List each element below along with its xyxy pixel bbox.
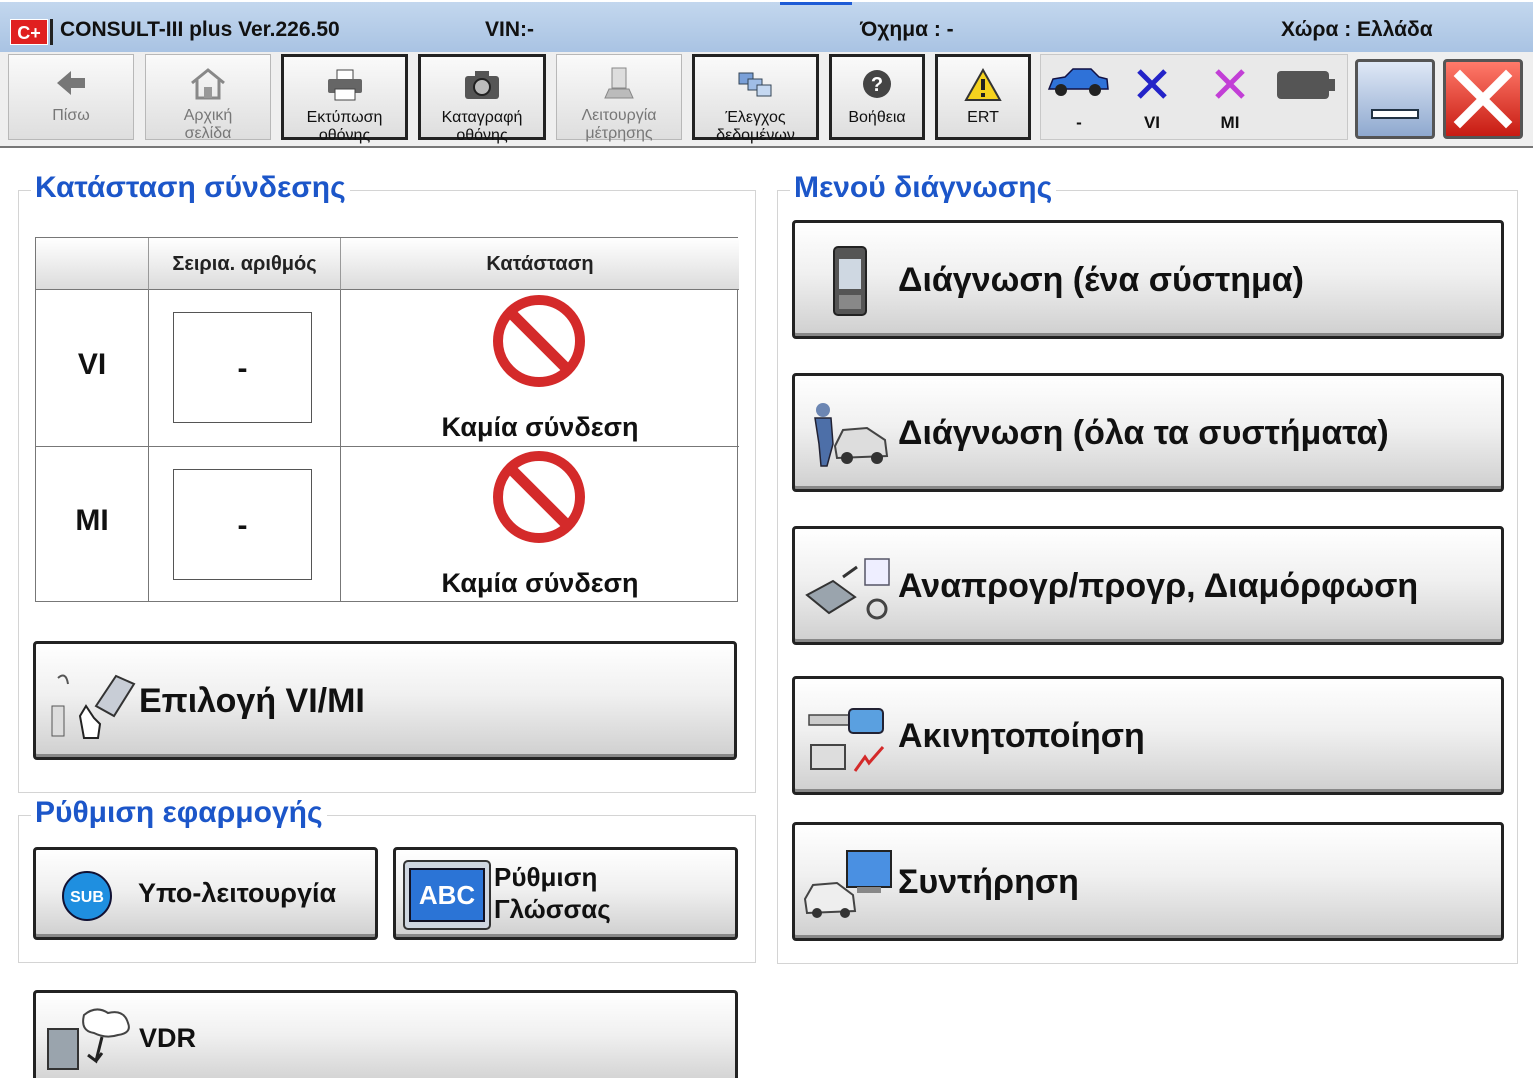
print-label-1: Εκτύπωση — [306, 109, 383, 126]
mechanic-car-icon — [814, 403, 889, 467]
mi-disconnected-icon — [1215, 69, 1245, 99]
vi-mi-select-icon — [51, 674, 136, 739]
sub-icon: SUB — [62, 871, 112, 921]
consult-device-icon — [833, 246, 867, 316]
close-icon — [1453, 69, 1513, 129]
table-row-divider — [36, 446, 739, 447]
maintenance-button[interactable]: Συντήρηση — [792, 822, 1504, 941]
ert-label: ERT — [967, 109, 999, 126]
vehicle-label: Όχημα : - — [860, 18, 954, 41]
capture-label-1: Καταγραφή — [441, 109, 523, 126]
consult-app: C+ CONSULT-III plus Ver.226.50 VIN:- Όχη… — [0, 0, 1533, 1078]
vehicle-car-icon — [1047, 68, 1109, 96]
measure-label-2: μέτρησης — [585, 125, 653, 142]
capture-label-2: οθόνης — [456, 127, 508, 144]
minimize-button[interactable] — [1355, 59, 1435, 139]
diagnosis-single-system-button[interactable]: Διάγνωση (ένα σύστημα) — [792, 220, 1504, 339]
datacheck-label-1: Έλεγχος — [725, 109, 786, 126]
immobilizer-button[interactable]: Ακινητοποίηση — [792, 676, 1504, 795]
back-button[interactable]: Πίσω — [8, 54, 134, 140]
serial-box-mi: - — [173, 469, 312, 580]
connection-status-bar: - VI MI — [1040, 54, 1348, 140]
print-screen-button[interactable]: Εκτύπωση οθόνης — [281, 54, 408, 144]
vdr-label: VDR — [139, 1023, 197, 1053]
country-label: Χώρα : Ελλάδα — [1281, 18, 1433, 41]
sub-icon-text: SUB — [70, 889, 104, 906]
connection-table: Σειρια. αριθμός Κατάσταση VI - Καμία σύν… — [35, 237, 739, 602]
camera-icon — [465, 71, 499, 99]
home-icon — [191, 68, 225, 100]
no-connection-icon — [493, 451, 585, 543]
measure-label-1: Λειτουργία — [581, 107, 657, 124]
back-label: Πίσω — [52, 107, 90, 124]
vi-status-label: VI — [1143, 113, 1161, 132]
language-label-1: Ρύθμιση — [494, 862, 598, 892]
no-connection-icon — [493, 295, 585, 387]
diagnosis-all-label: Διάγνωση (όλα τα συστήματα) — [898, 414, 1389, 452]
title-separator — [50, 19, 53, 45]
app-settings-title: Ρύθμιση εφαρμογής — [31, 796, 327, 830]
svg-text:?: ? — [871, 74, 883, 96]
connection-status-title: Κατάσταση σύνδεσης — [31, 171, 350, 205]
select-vi-mi-button[interactable]: Επιλογή VI/MI — [33, 641, 737, 760]
row-label-vi: VI — [77, 348, 107, 381]
close-button[interactable] — [1443, 59, 1523, 139]
table-header-serial: Σειρια. αριθμός — [149, 238, 341, 290]
help-icon: ? — [863, 70, 891, 98]
home-button[interactable]: Αρχική σελίδα — [145, 54, 271, 142]
language-setting-button[interactable]: ABC Ρύθμιση Γλώσσας — [393, 847, 738, 940]
measure-mode-button[interactable]: Λειτουργία μέτρησης — [556, 54, 682, 142]
table-header-status: Κατάσταση — [341, 238, 739, 290]
datacheck-label-2: δεδομένων — [716, 127, 795, 144]
sub-function-label: Υπο-λειτουργία — [138, 878, 337, 908]
help-label: Βοήθεια — [848, 109, 906, 126]
meter-icon — [604, 67, 634, 99]
language-label-2: Γλώσσας — [494, 894, 611, 924]
warning-icon — [964, 67, 1002, 101]
print-label-2: οθόνης — [318, 127, 371, 144]
back-arrow-icon — [57, 71, 85, 95]
title-bar: C+ CONSULT-III plus Ver.226.50 VIN:- Όχη… — [0, 0, 1533, 52]
key-engine-icon — [808, 708, 885, 772]
sub-function-button[interactable]: SUB Υπο-λειτουργία — [33, 847, 378, 940]
vi-disconnected-icon — [1137, 69, 1167, 99]
screen-capture-button[interactable]: Καταγραφή οθόνης — [418, 54, 546, 144]
vin-label: VIN:- — [485, 18, 534, 41]
toolbar: Πίσω Αρχική σελίδα Εκτύπωση οθόνης Καταγ… — [0, 52, 1533, 148]
diagnosis-single-label: Διάγνωση (ένα σύστημα) — [898, 261, 1304, 299]
vehicle-status-value: - — [1076, 113, 1082, 132]
row-label-mi: MI — [75, 504, 109, 537]
diagnosis-menu-title: Μενού διάγνωσης — [790, 171, 1057, 205]
abc-icon-text: ABC — [419, 880, 476, 910]
app-logo-icon: C+ — [10, 19, 48, 45]
ert-button[interactable]: ERT — [935, 54, 1031, 140]
diagnosis-all-systems-button[interactable]: Διάγνωση (όλα τα συστήματα) — [792, 373, 1504, 492]
status-text-mi: Καμία σύνδεση — [441, 568, 639, 598]
reprogramming-label: Αναπρογρ/προγρ, Διαμόρφωση — [898, 567, 1419, 605]
battery-icon — [1277, 71, 1335, 99]
select-vi-mi-label: Επιλογή VI/MI — [139, 682, 365, 720]
app-title: CONSULT-III plus Ver.226.50 — [60, 18, 340, 41]
data-check-icon — [738, 72, 771, 97]
minimize-icon — [1371, 109, 1419, 119]
table-header-blank — [36, 238, 149, 290]
mi-status-label: MI — [1220, 113, 1240, 132]
home-label-2: σελίδα — [184, 125, 232, 142]
immobilizer-label: Ακινητοποίηση — [898, 717, 1145, 755]
abc-language-icon: ABC — [403, 860, 491, 930]
data-check-button[interactable]: Έλεγχος δεδομένων — [692, 54, 819, 144]
car-monitor-icon — [803, 850, 892, 918]
reprogramming-configuration-button[interactable]: Αναπρογρ/προγρ, Διαμόρφωση — [792, 526, 1504, 645]
title-accent-line — [780, 2, 852, 5]
printer-icon — [327, 69, 362, 101]
vdr-brain-icon — [47, 1008, 130, 1070]
ecu-reprogram-icon — [805, 558, 890, 620]
vdr-button[interactable]: VDR — [33, 990, 738, 1078]
serial-box-vi: - — [173, 312, 312, 423]
help-button[interactable]: ? Βοήθεια — [829, 54, 925, 140]
home-label-1: Αρχική — [183, 107, 233, 124]
status-text-vi: Καμία σύνδεση — [441, 412, 639, 442]
maintenance-label: Συντήρηση — [898, 863, 1079, 901]
